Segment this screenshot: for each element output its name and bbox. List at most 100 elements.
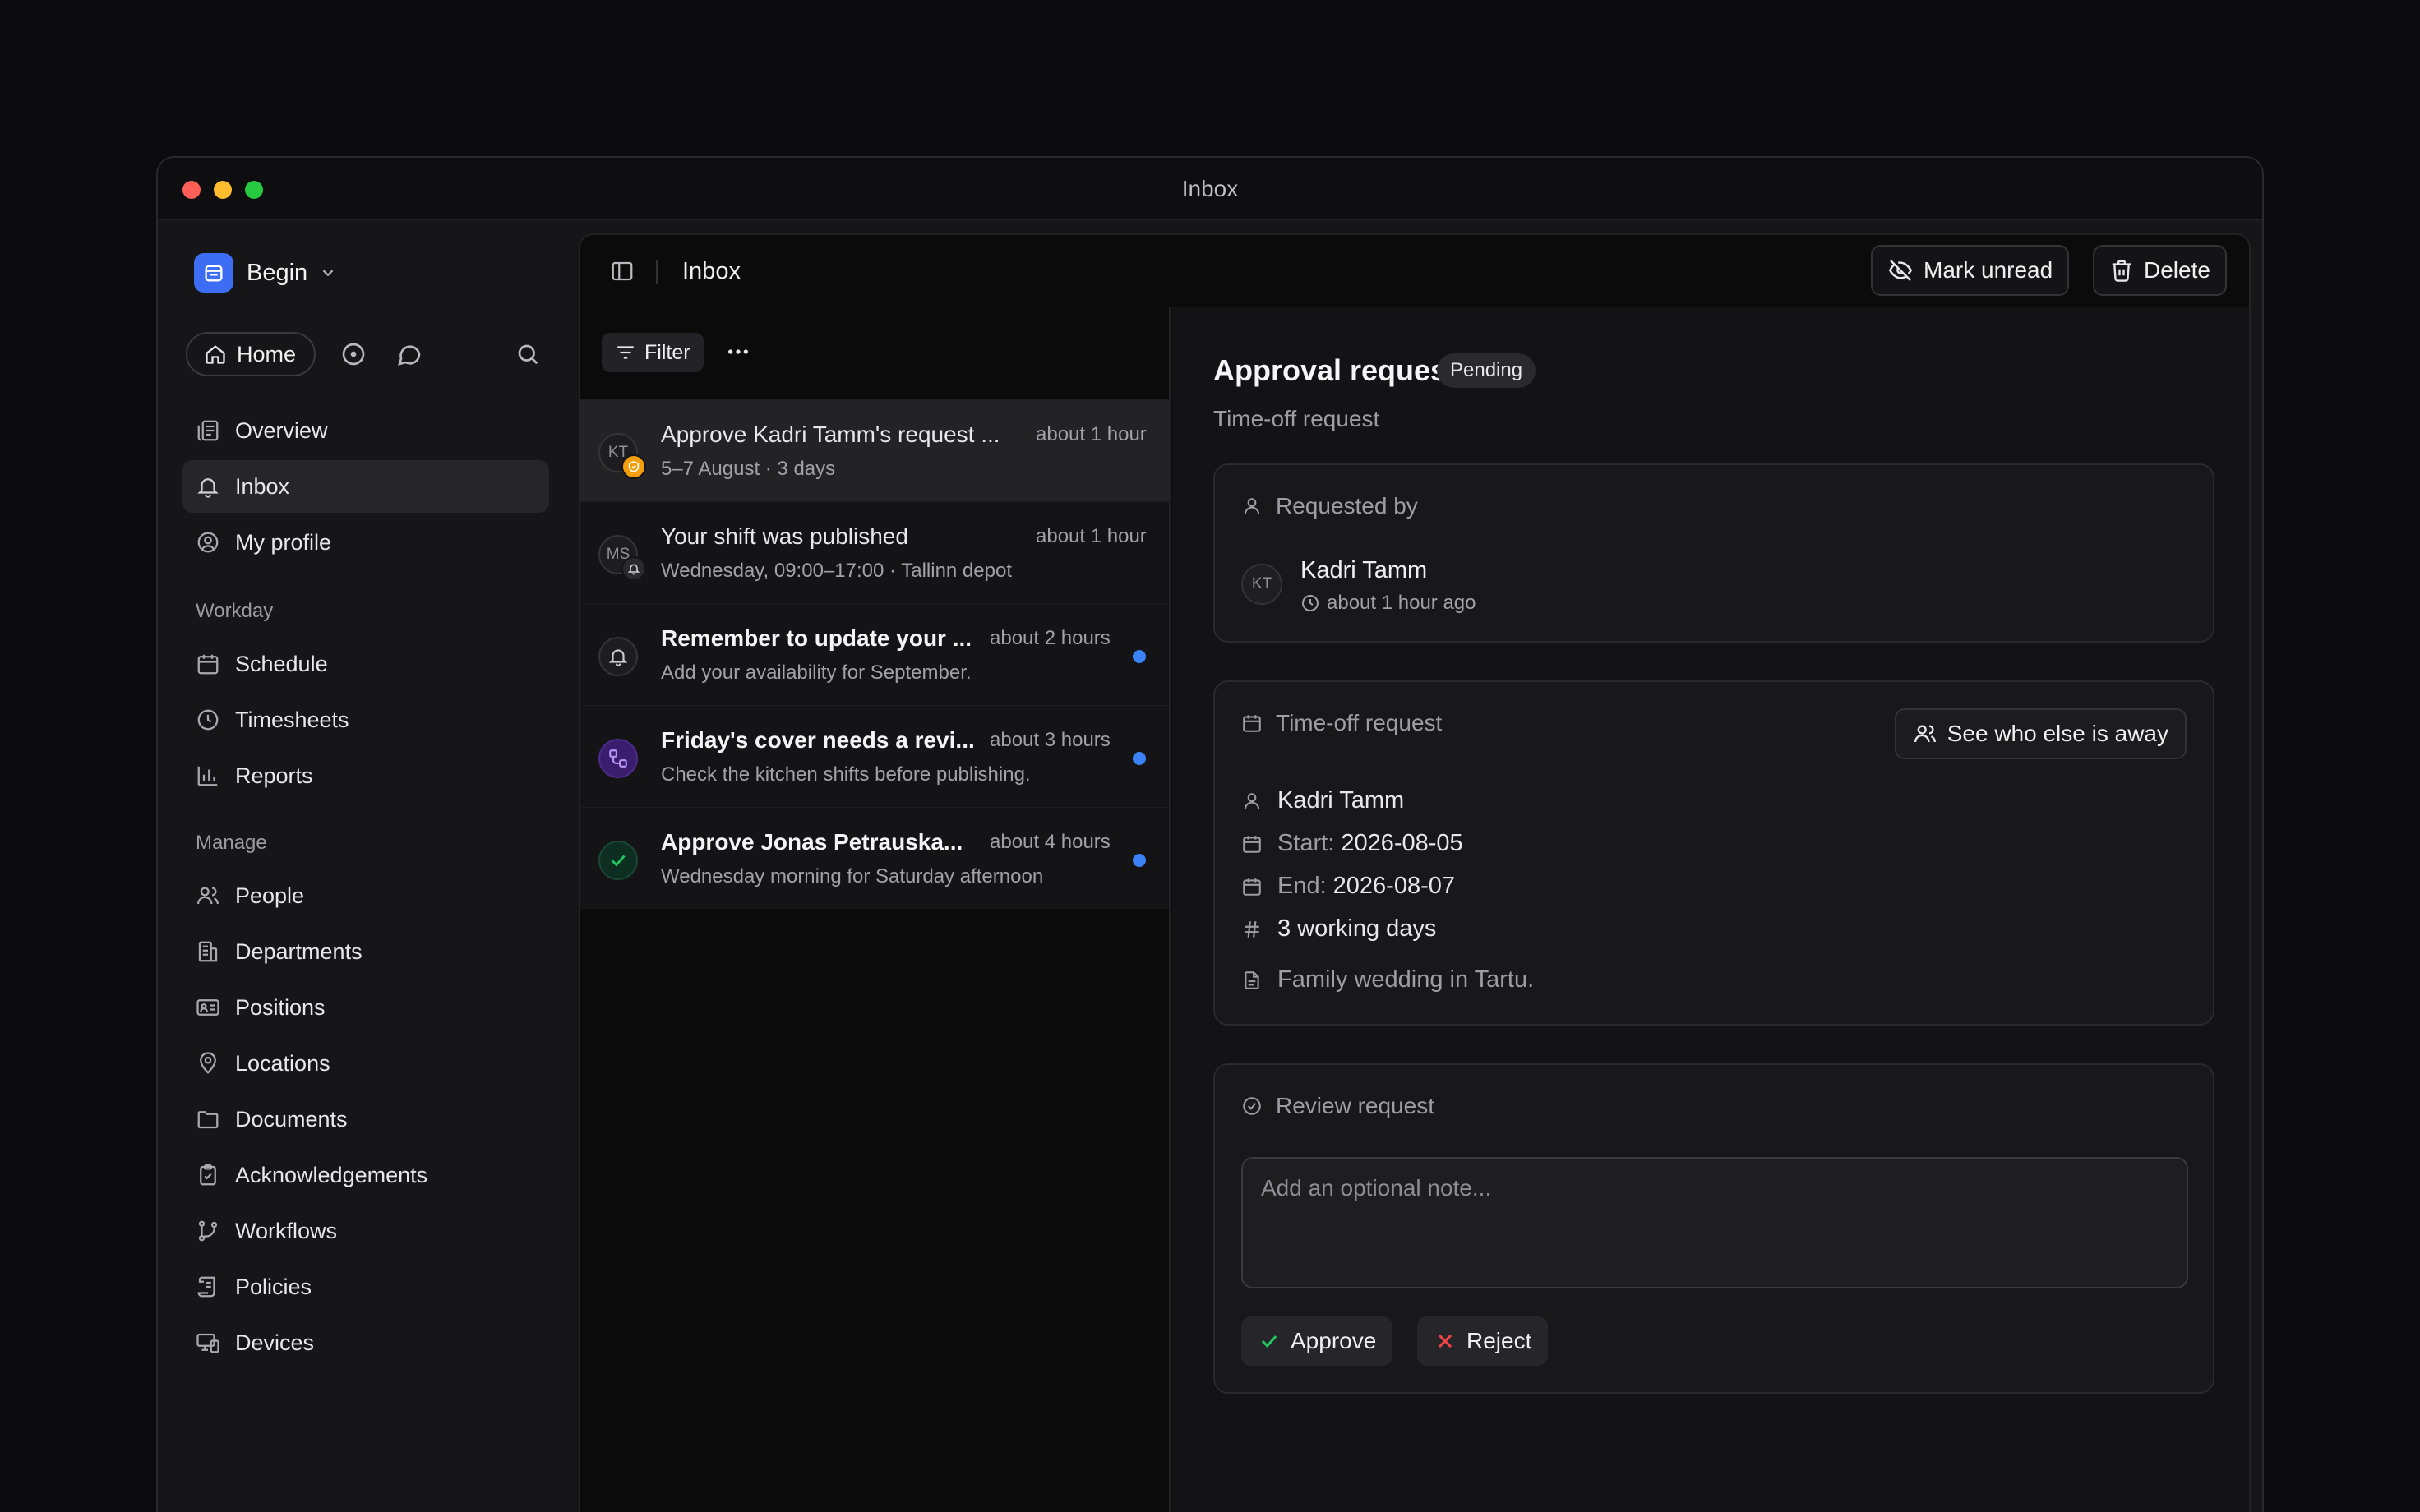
sidebar-item-label: Timesheets bbox=[235, 708, 349, 732]
list-item[interactable]: KT Approve Kadri Tamm's request ... 5–7 … bbox=[580, 399, 1169, 501]
see-who-else-away-button[interactable]: See who else is away bbox=[1894, 708, 2187, 759]
eye-off-icon bbox=[1888, 260, 1913, 281]
search-button[interactable] bbox=[510, 336, 546, 372]
unread-dot bbox=[1133, 854, 1146, 867]
item-time: about 4 hours bbox=[990, 831, 1111, 853]
sidebar-item-policies[interactable]: Policies bbox=[182, 1261, 549, 1313]
end-value: 2026-08-07 bbox=[1332, 873, 1456, 899]
unread-dot bbox=[1133, 752, 1146, 765]
check-icon bbox=[1261, 1335, 1277, 1348]
avatar: KT bbox=[1241, 564, 1282, 605]
sidebar-item-locations[interactable]: Locations bbox=[182, 1037, 549, 1090]
sidebar-item-label: Inbox bbox=[235, 474, 290, 499]
item-subtitle: Add your availability for September. bbox=[661, 662, 972, 684]
card-heading-label: Review request bbox=[1276, 1093, 1434, 1118]
workspace-switcher[interactable]: Begin bbox=[194, 253, 337, 293]
item-title: Remember to update your ... bbox=[661, 625, 972, 651]
list-item[interactable]: MS Your shift was published Wednesday, 0… bbox=[580, 501, 1169, 603]
item-time: about 3 hours bbox=[990, 729, 1111, 751]
sidebar-item-documents[interactable]: Documents bbox=[182, 1093, 549, 1146]
clock-icon bbox=[197, 709, 219, 731]
delete-label: Delete bbox=[2144, 257, 2210, 283]
sidebar-item-label: Overview bbox=[235, 418, 328, 443]
list-item[interactable]: Approve Jonas Petrauska... Wednesday mor… bbox=[580, 807, 1169, 909]
requested-by-heading: Requested by bbox=[1241, 493, 1418, 519]
chevron-down-icon bbox=[322, 270, 334, 277]
detail-subtitle: Time-off request bbox=[1213, 406, 1380, 431]
sidebar-item-reports[interactable]: Reports bbox=[182, 749, 549, 802]
detail-title: Approval request bbox=[1213, 353, 1457, 387]
mark-unread-button[interactable]: Mark unread bbox=[1871, 245, 2070, 296]
sidebar-item-label: People bbox=[235, 883, 305, 908]
requested-by-card: Requested by KT Kadri Tamm about 1 hour … bbox=[1213, 463, 2214, 643]
home-button[interactable]: Home bbox=[186, 332, 316, 376]
see-away-label: See who else is away bbox=[1947, 721, 2168, 746]
sidebar-item-devices[interactable]: Devices bbox=[182, 1316, 549, 1369]
review-heading: Review request bbox=[1241, 1093, 1434, 1119]
chat-button[interactable] bbox=[391, 336, 427, 372]
app-window: Inbox Begin Home Overview Inbox My profi… bbox=[156, 156, 2264, 1512]
reject-button[interactable]: Reject bbox=[1417, 1316, 1549, 1366]
shield-badge-icon bbox=[621, 454, 646, 479]
message-circle-icon bbox=[398, 345, 421, 366]
bell-badge-icon bbox=[621, 556, 646, 581]
time-off-person-name: Kadri Tamm bbox=[1277, 787, 1405, 814]
sidebar-item-my-profile[interactable]: My profile bbox=[182, 516, 549, 569]
reject-label: Reject bbox=[1466, 1328, 1532, 1353]
user-icon bbox=[1244, 498, 1260, 514]
sidebar-item-inbox[interactable]: Inbox bbox=[182, 460, 549, 513]
request-time-label: about 1 hour ago bbox=[1327, 592, 1476, 614]
approve-button[interactable]: Approve bbox=[1241, 1316, 1393, 1366]
item-subtitle: Check the kitchen shifts before publishi… bbox=[661, 763, 1031, 786]
review-card: Review request Approve Reject bbox=[1213, 1063, 2214, 1394]
sidebar-item-label: Positions bbox=[235, 995, 326, 1020]
filter-button[interactable]: Filter bbox=[602, 333, 704, 372]
delete-button[interactable]: Delete bbox=[2093, 245, 2227, 296]
sidebar-item-schedule[interactable]: Schedule bbox=[182, 638, 549, 690]
overview-icon bbox=[197, 420, 219, 441]
home-label: Home bbox=[237, 341, 297, 366]
filter-label: Filter bbox=[644, 340, 690, 364]
sidebar-item-workflows[interactable]: Workflows bbox=[182, 1205, 549, 1257]
time-off-person: Kadri Tamm bbox=[1241, 787, 1404, 814]
sidebar-item-overview[interactable]: Overview bbox=[182, 404, 549, 457]
quick-actions: Home bbox=[186, 332, 546, 376]
sidebar-item-label: Reports bbox=[235, 763, 313, 788]
sidebar: Begin Home Overview Inbox My profile Wor… bbox=[158, 222, 579, 1512]
sidebar-item-positions[interactable]: Positions bbox=[182, 981, 549, 1034]
sidebar-toggle-icon[interactable] bbox=[610, 259, 635, 284]
check-circle-icon bbox=[1243, 1097, 1261, 1115]
item-title: Your shift was published bbox=[661, 523, 908, 549]
item-title: Friday's cover needs a revi... bbox=[661, 727, 975, 753]
item-title: Approve Kadri Tamm's request ... bbox=[661, 422, 1000, 447]
review-note-input[interactable] bbox=[1241, 1157, 2188, 1288]
calendar-icon bbox=[1243, 715, 1261, 732]
item-subtitle: 5–7 August · 3 days bbox=[661, 458, 836, 480]
time-off-days: 3 working days bbox=[1241, 915, 1436, 943]
sidebar-item-timesheets[interactable]: Timesheets bbox=[182, 694, 549, 746]
toolbar: Inbox Mark unread Delete bbox=[580, 235, 2249, 307]
sidebar-item-departments[interactable]: Departments bbox=[182, 925, 549, 978]
message-list: Filter KT Approve Kadri Tamm's request .… bbox=[580, 307, 1171, 1512]
file-text-icon bbox=[1245, 970, 1259, 989]
item-time: about 1 hour bbox=[1036, 423, 1147, 445]
page-title: Inbox bbox=[682, 258, 741, 284]
section-heading-manage: Manage bbox=[196, 832, 267, 854]
sidebar-item-label: My profile bbox=[235, 530, 332, 555]
list-item[interactable]: Remember to update your ... Add your ava… bbox=[580, 603, 1169, 705]
sidebar-item-acknowledgements[interactable]: Acknowledgements bbox=[182, 1149, 549, 1201]
toolbar-divider bbox=[656, 260, 658, 284]
list-toolbar: Filter bbox=[580, 307, 1169, 399]
git-branch-icon bbox=[198, 1220, 218, 1242]
scroll-icon bbox=[197, 1276, 215, 1298]
item-time: about 1 hour bbox=[1036, 525, 1147, 547]
requester-name: Kadri Tamm bbox=[1300, 557, 1428, 583]
end-label: End: bbox=[1277, 873, 1327, 899]
sidebar-item-label: Locations bbox=[235, 1051, 330, 1076]
bell-icon bbox=[197, 478, 219, 498]
activity-button[interactable] bbox=[335, 336, 372, 372]
hash-icon bbox=[1245, 920, 1259, 938]
more-options-icon[interactable] bbox=[725, 339, 751, 365]
list-item[interactable]: Friday's cover needs a revi... Check the… bbox=[580, 705, 1169, 807]
sidebar-item-people[interactable]: People bbox=[182, 869, 549, 922]
